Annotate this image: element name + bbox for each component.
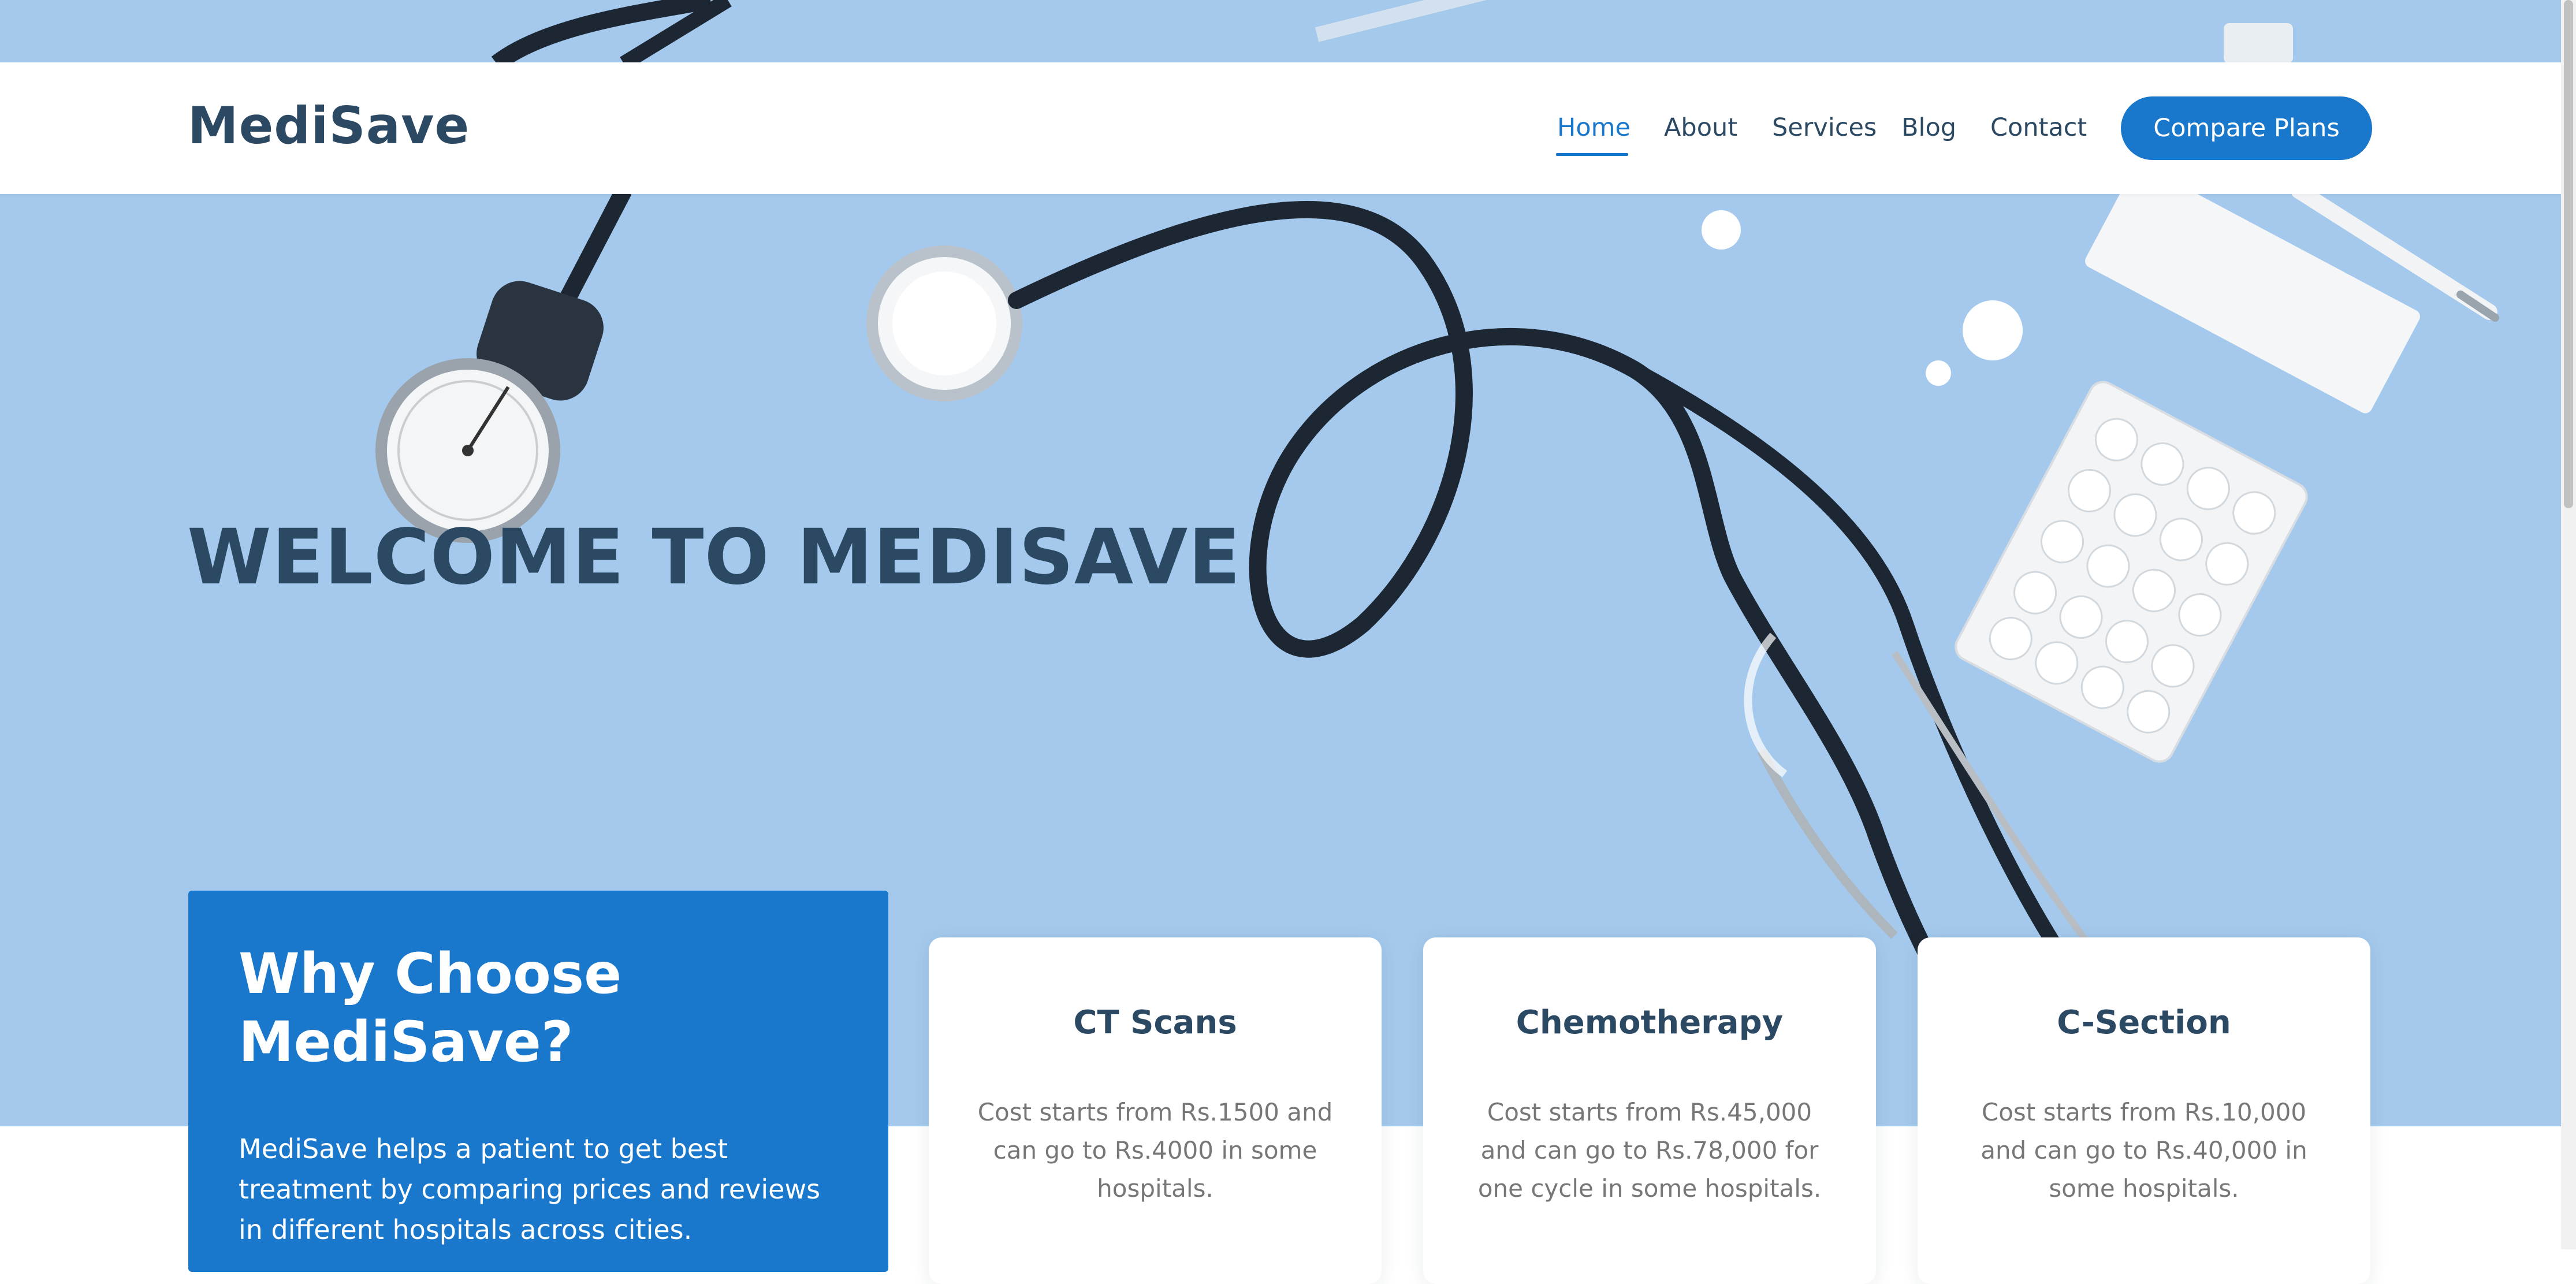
brand-logo[interactable]: MediSave <box>188 96 470 155</box>
service-card-text: Cost starts from Rs.10,000 and can go to… <box>1981 1098 2307 1203</box>
why-choose-title: Why Choose MediSave? <box>239 941 622 1074</box>
nav-item-contact[interactable]: Contact <box>1990 113 2087 142</box>
nav-active-indicator <box>1556 153 1628 156</box>
why-choose-box: Why Choose MediSave? MediSave helps a pa… <box>188 891 888 1272</box>
hero-title: WELCOME TO MEDISAVE <box>187 513 1241 602</box>
why-choose-text: MediSave helps a patient to get best tre… <box>239 1133 821 1245</box>
page-scrollbar[interactable] <box>2561 0 2576 1249</box>
scrollbar-thumb[interactable] <box>2564 0 2573 508</box>
nav-item-blog[interactable]: Blog <box>1901 113 1956 142</box>
service-card-text: Cost starts from Rs.45,000 and can go to… <box>1477 1098 1822 1203</box>
service-card-title: Chemotherapy <box>1516 1004 1784 1041</box>
service-card-title: C-Section <box>2057 1004 2231 1041</box>
nav-item-services[interactable]: Services <box>1772 113 1877 142</box>
service-card-title: CT Scans <box>1073 1004 1237 1041</box>
service-card-ct-scans[interactable]: CT Scans Cost starts from Rs.1500 and ca… <box>929 937 1382 1284</box>
service-card-text: Cost starts from Rs.1500 and can go to R… <box>977 1098 1333 1203</box>
service-card-chemotherapy[interactable]: Chemotherapy Cost starts from Rs.45,000 … <box>1423 937 1876 1284</box>
nav-item-home[interactable]: Home <box>1557 113 1631 142</box>
service-card-c-section[interactable]: C-Section Cost starts from Rs.10,000 and… <box>1918 937 2370 1284</box>
nav-item-about[interactable]: About <box>1664 113 1737 142</box>
site-header: MediSave Home About Services Blog Contac… <box>0 62 2561 194</box>
compare-plans-button[interactable]: Compare Plans <box>2121 96 2372 160</box>
